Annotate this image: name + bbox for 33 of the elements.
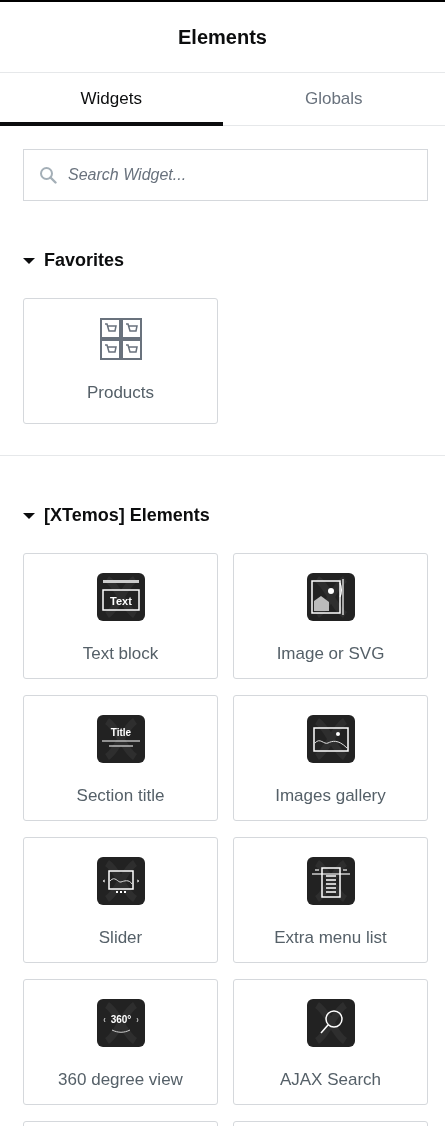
image-icon xyxy=(306,715,355,763)
image-icon xyxy=(306,573,355,621)
menu-list-icon xyxy=(306,857,355,905)
widget-label: Extra menu list xyxy=(274,927,387,949)
widget-label: 360 degree view xyxy=(58,1069,183,1091)
widget-label: AJAX Search xyxy=(279,1069,382,1091)
widget-card[interactable]: 360° 360 degree view xyxy=(23,979,218,1105)
rotate-view-icon: 360° xyxy=(96,999,145,1047)
widget-label: Image or SVG xyxy=(276,643,385,665)
widget-card[interactable]: Image or SVG xyxy=(233,553,428,679)
section-header[interactable]: Favorites xyxy=(23,247,125,274)
widget-card[interactable]: AJAX Search xyxy=(233,979,428,1105)
cart-grid-icon xyxy=(99,318,142,360)
widget-card[interactable]: Images gallery xyxy=(233,695,428,821)
slider-icon xyxy=(96,857,145,905)
search-field[interactable]: Search Widget... xyxy=(23,149,428,201)
widget-label: Text block xyxy=(82,643,159,665)
widget-card[interactable]: Products xyxy=(23,298,218,424)
widget-label: Section title xyxy=(76,785,165,807)
widget-card[interactable]: Extra menu list xyxy=(233,837,428,963)
widget-card[interactable]: Title Section title xyxy=(23,695,218,821)
tab[interactable]: Widgets xyxy=(0,73,223,126)
widget-label: Products xyxy=(86,382,155,404)
widget-card[interactable]: Text Text block xyxy=(23,553,218,679)
widget-label: Slider xyxy=(98,927,143,949)
search-icon xyxy=(306,999,355,1047)
widget-card[interactable]: Slider xyxy=(23,837,218,963)
text-icon: Text xyxy=(96,573,145,621)
widget-label: Images gallery xyxy=(275,785,386,807)
title-icon: Title xyxy=(96,715,145,763)
panel-title: Elements xyxy=(178,25,267,50)
tab[interactable]: Globals xyxy=(222,73,445,126)
section-header[interactable]: [XTemos] Elements xyxy=(23,502,210,529)
